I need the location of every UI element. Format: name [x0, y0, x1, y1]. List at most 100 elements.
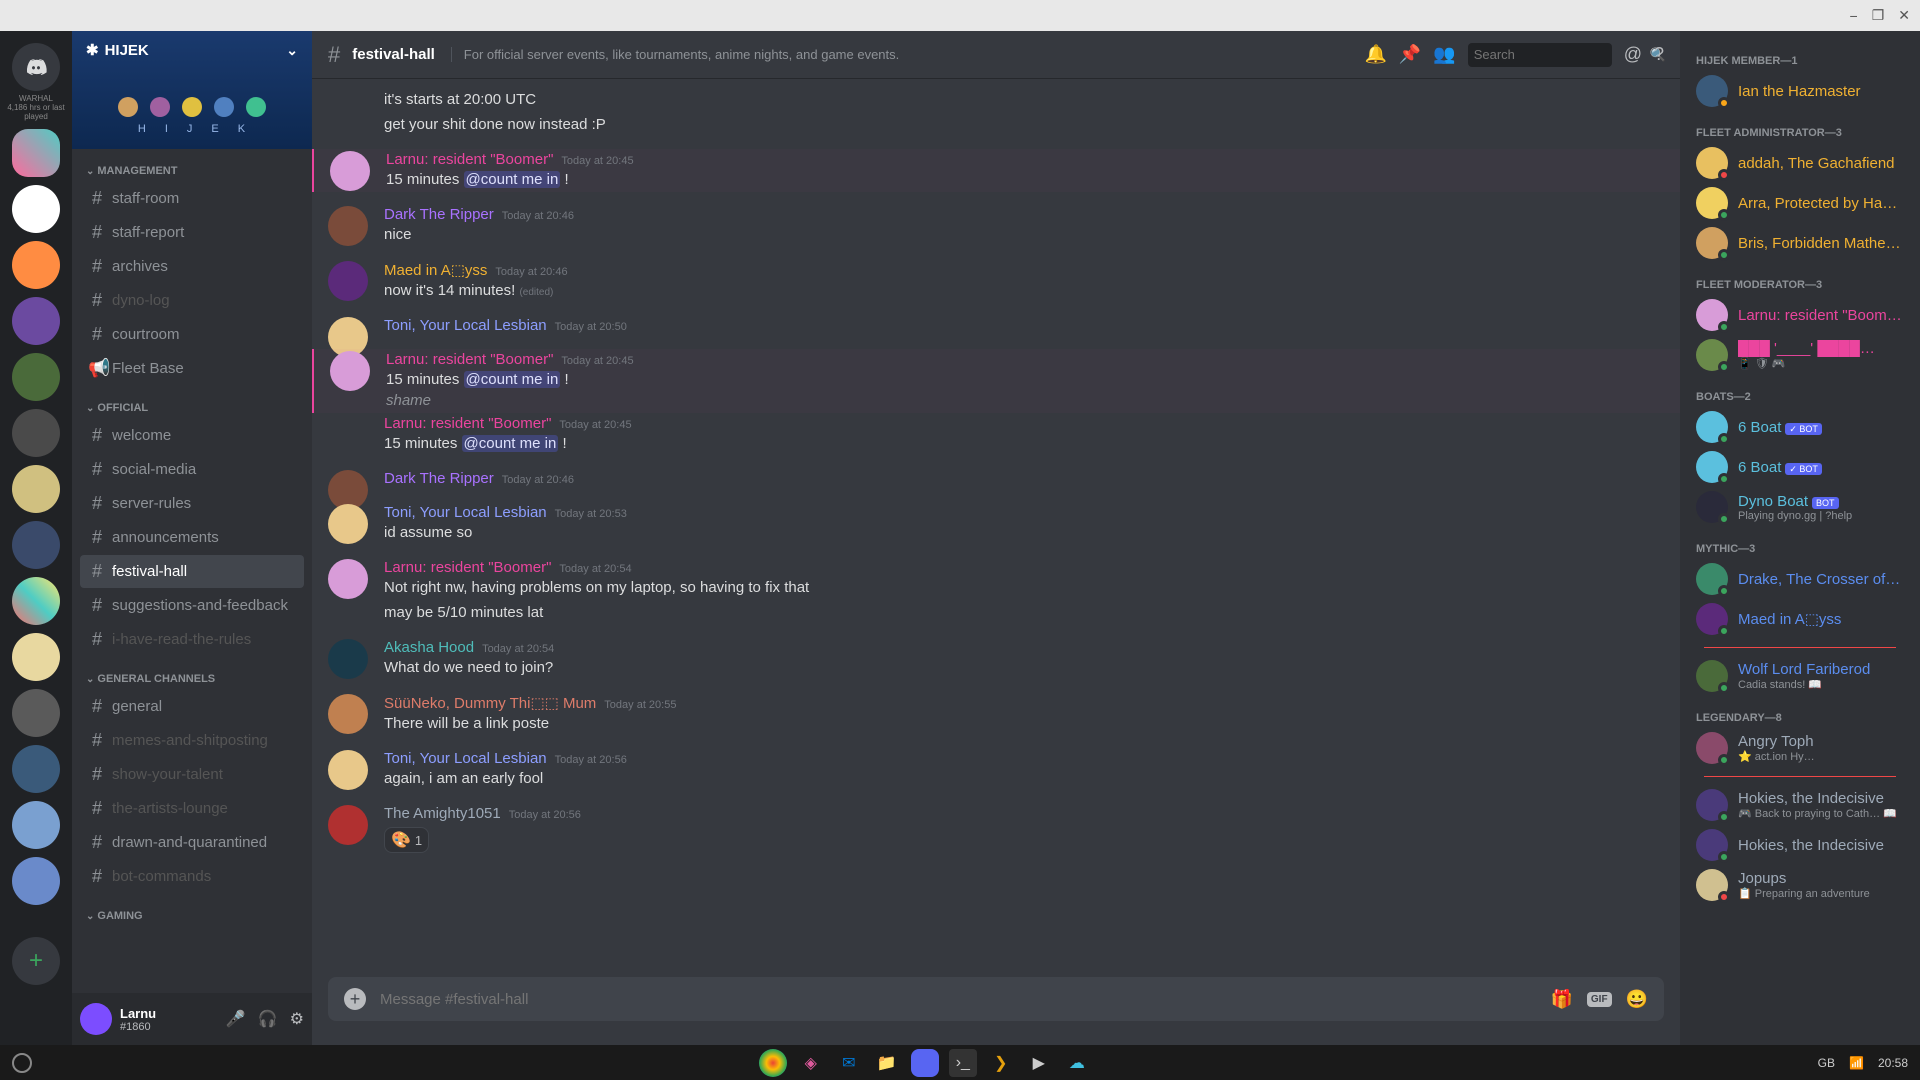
member-item[interactable]: 6 Boat✓ BOT — [1688, 447, 1912, 487]
channel-the-artists-lounge[interactable]: #the-artists-lounge — [80, 792, 304, 825]
chrome-icon[interactable] — [759, 1049, 787, 1077]
member-item[interactable]: 6 Boat✓ BOT — [1688, 407, 1912, 447]
server-header[interactable]: ✱ HIJEK ⌄ HIJEK — [72, 31, 312, 149]
message-input-box[interactable]: + 🎁 GIF 😀 — [328, 977, 1664, 1021]
search-box[interactable]: 🔍 — [1468, 43, 1612, 67]
avatar[interactable] — [328, 805, 368, 845]
app-icon[interactable]: ◈ — [797, 1049, 825, 1077]
channel-server-rules[interactable]: #server-rules — [80, 487, 304, 520]
message-author[interactable]: Toni, Your Local Lesbian — [384, 317, 547, 334]
clock[interactable]: 20:58 — [1878, 1056, 1908, 1070]
avatar[interactable] — [328, 504, 368, 544]
inbox-icon[interactable]: @ — [1624, 44, 1642, 65]
add-server-button[interactable]: + — [12, 937, 60, 985]
terminal-icon[interactable]: ›_ — [949, 1049, 977, 1077]
message-list[interactable]: it's starts at 20:00 UTCget your shit do… — [312, 79, 1680, 977]
gift-icon[interactable]: 🎁 — [1550, 989, 1572, 1010]
channel-suggestions-and-feedback[interactable]: #suggestions-and-feedback — [80, 589, 304, 622]
discord-icon[interactable] — [911, 1049, 939, 1077]
mention[interactable]: @count me in — [464, 371, 561, 388]
settings-gear-icon[interactable]: ⚙ — [290, 1009, 304, 1029]
member-item[interactable]: Hokies, the Indecisive — [1688, 825, 1912, 865]
home-button[interactable] — [12, 43, 60, 91]
channel-general[interactable]: #general — [80, 690, 304, 723]
member-item[interactable]: Wolf Lord FariberodCadia stands! 📖 — [1688, 656, 1912, 696]
members-icon[interactable]: 👥 — [1433, 44, 1455, 65]
channel-announcements[interactable]: #announcements — [80, 521, 304, 554]
message-author[interactable]: Toni, Your Local Lesbian — [384, 504, 547, 521]
avatar[interactable] — [328, 750, 368, 790]
mention[interactable]: @count me in — [464, 171, 561, 188]
category-header[interactable]: GENERAL CHANNELS — [80, 657, 304, 689]
gif-button[interactable]: GIF — [1587, 992, 1612, 1007]
play-store-icon[interactable]: ▶ — [1025, 1049, 1053, 1077]
channel-Fleet Base[interactable]: 📢Fleet Base — [80, 352, 304, 385]
message-author[interactable]: Dark The Ripper — [384, 206, 494, 223]
member-item[interactable]: Angry Toph⭐ act.ion Hy… — [1688, 728, 1912, 768]
avatar[interactable] — [330, 351, 370, 391]
taskbar[interactable]: ◈ ✉ 📁 ›_ ❯ ▶ ☁ GB 📶 20:58 — [0, 1045, 1920, 1080]
guild-icon[interactable] — [12, 577, 60, 625]
outlook-icon[interactable]: ✉ — [835, 1049, 863, 1077]
weather-icon[interactable]: ☁ — [1063, 1049, 1091, 1077]
guild-icon[interactable] — [12, 409, 60, 457]
member-item[interactable]: addah, The Gachafiend — [1688, 143, 1912, 183]
category-header[interactable]: OFFICIAL — [80, 386, 304, 418]
guild-icon[interactable] — [12, 745, 60, 793]
deafen-icon[interactable]: 🎧 — [258, 1009, 278, 1029]
guild-icon[interactable] — [12, 465, 60, 513]
message-author[interactable]: Larnu: resident "Boomer" — [384, 559, 551, 576]
channel-show-your-talent[interactable]: #show-your-talent — [80, 758, 304, 791]
notifications-icon[interactable]: 🔔 — [1364, 44, 1386, 65]
guild-icon[interactable] — [12, 633, 60, 681]
member-list[interactable]: HIJEK MEMBER—1Ian the HazmasterFLEET ADM… — [1680, 31, 1920, 1045]
guild-icon[interactable] — [12, 185, 60, 233]
guild-icon[interactable] — [12, 801, 60, 849]
emoji-icon[interactable]: 😀 — [1626, 989, 1648, 1010]
guild-icon[interactable] — [12, 297, 60, 345]
channel-i-have-read-the-rules[interactable]: #i-have-read-the-rules — [80, 623, 304, 656]
guild-icon[interactable] — [12, 129, 60, 177]
guild-icon[interactable] — [12, 857, 60, 905]
pinned-icon[interactable]: 📌 — [1399, 44, 1421, 65]
avatar[interactable] — [328, 694, 368, 734]
guild-icon[interactable] — [12, 353, 60, 401]
channel-bot-commands[interactable]: #bot-commands — [80, 860, 304, 893]
message-author[interactable]: Toni, Your Local Lesbian — [384, 750, 547, 767]
channel-staff-room[interactable]: #staff-room — [80, 182, 304, 215]
message-author[interactable]: SüüNeko, Dummy Thi⬚⬚ Mum — [384, 694, 596, 712]
plex-icon[interactable]: ❯ — [987, 1049, 1015, 1077]
guild-icon[interactable] — [12, 241, 60, 289]
channel-drawn-and-quarantined[interactable]: #drawn-and-quarantined — [80, 826, 304, 859]
reaction[interactable]: 🎨1 — [384, 827, 429, 853]
window-minimize-button[interactable]: − — [1850, 8, 1858, 24]
message-author[interactable]: Larnu: resident "Boomer" — [386, 151, 553, 168]
help-icon[interactable]: ? — [1654, 44, 1664, 65]
category-header[interactable]: GAMING — [80, 894, 304, 926]
channel-archives[interactable]: #archives — [80, 250, 304, 283]
channel-social-media[interactable]: #social-media — [80, 453, 304, 486]
guild-icon[interactable] — [12, 521, 60, 569]
mention[interactable]: @count me in — [462, 435, 559, 452]
category-header[interactable]: MANAGEMENT — [80, 149, 304, 181]
member-item[interactable]: Bris, Forbidden Mathe… — [1688, 223, 1912, 263]
channel-staff-report[interactable]: #staff-report — [80, 216, 304, 249]
member-item[interactable]: Ian the Hazmaster — [1688, 71, 1912, 111]
attach-button[interactable]: + — [344, 988, 366, 1010]
files-icon[interactable]: 📁 — [873, 1049, 901, 1077]
member-item[interactable]: Drake, The Crosser of … — [1688, 559, 1912, 599]
message-author[interactable]: Larnu: resident "Boomer" — [384, 415, 551, 432]
channel-welcome[interactable]: #welcome — [80, 419, 304, 452]
member-item[interactable]: ███ '____' ████…📱 🛡 🎮 — [1688, 335, 1912, 375]
message-author[interactable]: Akasha Hood — [384, 639, 474, 656]
message-author[interactable]: Larnu: resident "Boomer" — [386, 351, 553, 368]
channel-dyno-log[interactable]: #dyno-log — [80, 284, 304, 317]
message-input[interactable] — [380, 991, 1536, 1008]
member-item[interactable]: Larnu: resident "Boom… — [1688, 295, 1912, 335]
channel-courtroom[interactable]: #courtroom — [80, 318, 304, 351]
member-item[interactable]: Jopups📋 Preparing an adventure — [1688, 865, 1912, 905]
channel-list[interactable]: MANAGEMENT#staff-room#staff-report#archi… — [72, 149, 312, 993]
window-close-button[interactable]: ✕ — [1898, 7, 1910, 24]
avatar[interactable] — [330, 151, 370, 191]
window-maximize-button[interactable]: ❐ — [1872, 7, 1885, 24]
